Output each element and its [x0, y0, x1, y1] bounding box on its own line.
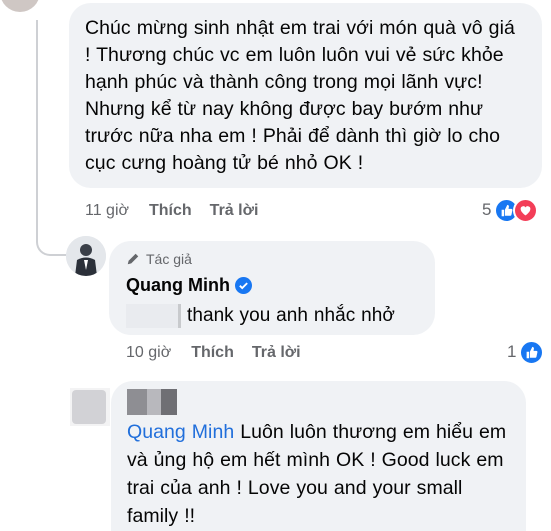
author-name[interactable]: Quang Minh — [126, 275, 419, 296]
reply-bubble: Tác giả Quang Minh thank you anh nhắc nh… — [109, 241, 435, 335]
author-name-text[interactable]: Quang Minh — [126, 275, 230, 296]
reaction-summary[interactable]: 1 — [507, 339, 545, 365]
mention-link[interactable]: Quang Minh — [127, 421, 234, 443]
author-avatar[interactable] — [66, 236, 106, 276]
reaction-count: 5 — [482, 200, 492, 219]
like-button[interactable]: Thích — [149, 202, 192, 220]
tagged-name-blur — [126, 303, 181, 328]
thread-connector-curve — [36, 222, 66, 256]
commenter-avatar[interactable] — [0, 0, 40, 12]
reply-button[interactable]: Trả lời — [252, 344, 301, 362]
avatar-blur-edge — [70, 388, 110, 426]
comment-bubble: Chúc mừng sinh nhật em trai với món quà … — [69, 3, 542, 188]
comment-text: Quang Minh Luôn luôn thương em hiểu em v… — [127, 418, 512, 530]
comment-meta: 11 giờ Thích Trả lời — [85, 200, 258, 222]
comment-bubble: Quang Minh Luôn luôn thương em hiểu em v… — [111, 381, 526, 531]
reply-time[interactable]: 10 giờ — [126, 344, 171, 362]
love-icon — [513, 197, 539, 223]
author-badge: Tác giả — [126, 251, 419, 267]
comment-time[interactable]: 11 giờ — [85, 202, 129, 220]
reaction-count: 1 — [507, 342, 517, 361]
profile-photo-icon — [66, 236, 106, 276]
comment-text: Chúc mừng sinh nhật em trai với món quà … — [85, 17, 515, 174]
reply-text: thank you anh nhắc nhở — [187, 305, 395, 326]
pencil-icon — [126, 252, 140, 266]
thread-connector — [36, 20, 38, 225]
reaction-summary[interactable]: 5 — [482, 197, 539, 223]
reply-button[interactable]: Trả lời — [210, 202, 259, 220]
like-button[interactable]: Thích — [191, 344, 234, 362]
reply-meta: 10 giờ Thích Trả lời — [126, 342, 301, 364]
verified-badge-icon — [234, 277, 252, 294]
author-badge-label: Tác giả — [146, 251, 192, 267]
like-icon — [519, 339, 545, 365]
name-blur — [127, 389, 512, 415]
